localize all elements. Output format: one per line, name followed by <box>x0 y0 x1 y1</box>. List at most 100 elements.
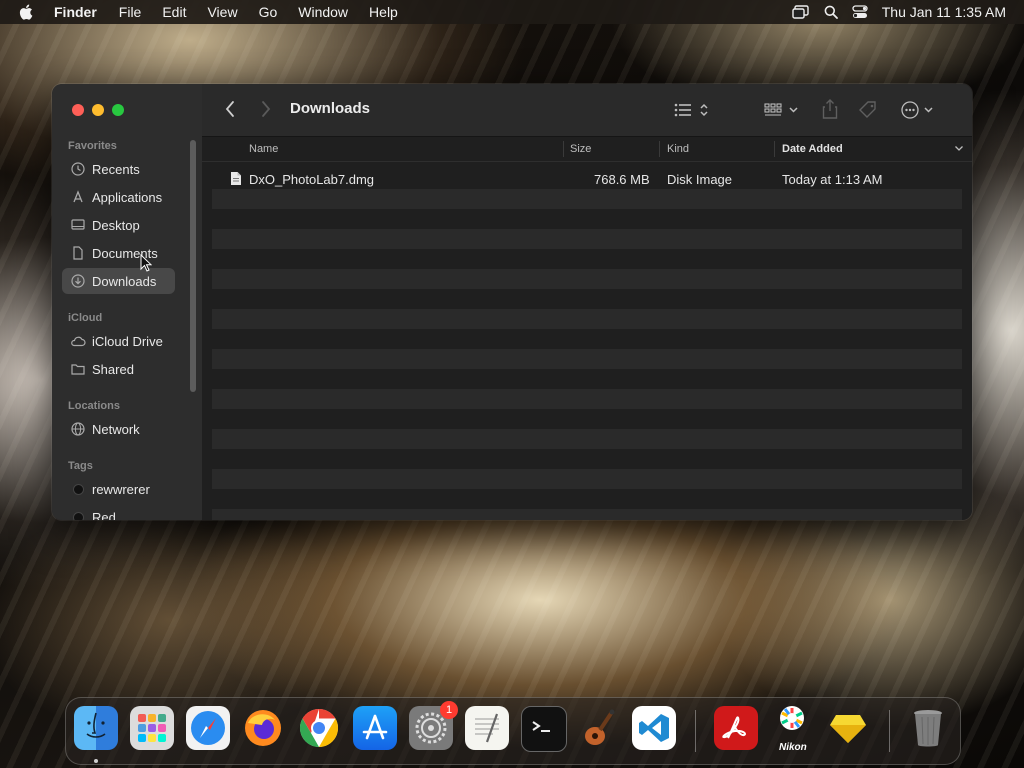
dock-textedit-icon[interactable] <box>465 706 509 750</box>
dock-finder-icon[interactable] <box>74 706 118 750</box>
dock-chrome-icon[interactable] <box>297 706 341 750</box>
column-kind-header[interactable]: Kind <box>667 143 689 155</box>
column-date-added-header[interactable]: Date Added <box>782 143 843 155</box>
menu-go[interactable]: Go <box>259 4 278 20</box>
dock-divider <box>889 710 890 752</box>
cloud-icon <box>70 333 86 349</box>
sidebar-item-documents[interactable]: Documents <box>62 240 175 266</box>
dock-adobe-acrobat-icon[interactable] <box>714 706 758 750</box>
empty-row <box>212 469 962 489</box>
empty-row <box>212 229 962 249</box>
sidebar: Favorites Recents Applications Desktop D… <box>52 84 203 520</box>
menu-view[interactable]: View <box>207 4 237 20</box>
dock-vscode-icon[interactable] <box>632 706 676 750</box>
forward-button[interactable] <box>260 100 272 118</box>
dock-system-settings-icon[interactable]: 1 <box>409 701 458 750</box>
more-actions-button[interactable] <box>900 100 936 120</box>
dock-firefox-icon[interactable] <box>241 706 285 750</box>
clock-icon <box>70 161 86 177</box>
running-indicator <box>94 759 98 763</box>
column-divider[interactable] <box>563 141 564 157</box>
empty-row <box>212 349 962 369</box>
sidebar-tag-rewwrerer[interactable]: rewwrerer <box>62 476 175 502</box>
column-divider[interactable] <box>659 141 660 157</box>
sidebar-item-network[interactable]: Network <box>62 416 175 442</box>
file-size: 768.6 MB <box>594 172 650 187</box>
control-center-icon[interactable] <box>852 5 868 19</box>
file-date-added: Today at 1:13 AM <box>782 172 883 187</box>
empty-row <box>212 389 962 409</box>
notification-badge: 1 <box>440 701 458 719</box>
dock-app-store-icon[interactable] <box>353 706 397 750</box>
menu-clock[interactable]: Thu Jan 11 1:35 AM <box>882 4 1006 20</box>
dock-terminal-icon[interactable] <box>521 706 567 752</box>
back-button[interactable] <box>224 100 236 118</box>
window-title: Downloads <box>290 100 371 117</box>
finder-window: Favorites Recents Applications Desktop D… <box>52 84 972 520</box>
sidebar-item-label: rewwrerer <box>92 481 150 497</box>
desktop-icon <box>70 217 86 233</box>
column-header: Name Size Kind Date Added <box>202 137 972 162</box>
empty-row <box>212 269 962 289</box>
dock-safari-icon[interactable] <box>186 706 230 750</box>
file-kind: Disk Image <box>667 172 733 187</box>
empty-row <box>212 509 962 520</box>
close-button[interactable] <box>72 104 84 116</box>
file-name: DxO_PhotoLab7.dmg <box>249 172 375 187</box>
dock-trash-icon[interactable] <box>906 706 950 750</box>
menu-window[interactable]: Window <box>298 4 348 20</box>
minimize-button[interactable] <box>92 104 104 116</box>
menu-edit[interactable]: Edit <box>162 4 186 20</box>
column-name-header[interactable]: Name <box>249 143 278 155</box>
empty-row <box>212 309 962 329</box>
applications-icon <box>70 189 86 205</box>
sidebar-item-label: Shared <box>92 361 134 377</box>
sidebar-item-icloud-drive[interactable]: iCloud Drive <box>62 328 175 354</box>
list-view-icon <box>674 103 691 117</box>
empty-row <box>212 429 962 449</box>
share-icon[interactable] <box>822 99 838 119</box>
dock-launchpad-icon[interactable] <box>130 706 174 750</box>
dock-nikon-icon[interactable]: Nikon <box>770 706 814 753</box>
network-globe-icon <box>70 421 86 437</box>
dock-garageband-icon[interactable] <box>576 706 620 750</box>
sort-descending-icon[interactable] <box>954 142 964 157</box>
sidebar-item-label: iCloud Drive <box>92 333 163 349</box>
dock: 1 Nikon <box>65 697 961 765</box>
zoom-button[interactable] <box>112 104 124 116</box>
sidebar-item-downloads[interactable]: Downloads <box>62 268 175 294</box>
tags-header: Tags <box>68 460 93 472</box>
sidebar-item-recents[interactable]: Recents <box>62 156 175 182</box>
download-icon <box>70 273 86 289</box>
apple-menu-icon[interactable] <box>18 3 36 21</box>
view-mode-list-button[interactable] <box>674 101 712 119</box>
window-controls <box>72 104 132 116</box>
menu-help[interactable]: Help <box>369 4 398 20</box>
dock-divider <box>695 710 696 752</box>
sidebar-item-applications[interactable]: Applications <box>62 184 175 210</box>
menu-bar: Finder File Edit View Go Window Help Thu… <box>0 0 1024 24</box>
sidebar-tag-red[interactable]: Red <box>62 504 175 520</box>
sidebar-item-label: Red <box>92 509 116 521</box>
empty-row <box>212 189 962 209</box>
dock-sketch-icon[interactable] <box>826 706 870 750</box>
toolbar: Downloads <box>202 84 972 137</box>
document-icon <box>70 245 86 261</box>
tag-icon[interactable] <box>858 100 878 120</box>
nikon-label: Nikon <box>779 742 807 753</box>
screen-mirroring-icon[interactable] <box>792 5 810 19</box>
column-size-header[interactable]: Size <box>570 143 591 155</box>
menu-app-name[interactable]: Finder <box>54 4 97 20</box>
sidebar-item-desktop[interactable]: Desktop <box>62 212 175 238</box>
sidebar-scrollbar[interactable] <box>190 140 196 392</box>
sidebar-item-shared[interactable]: Shared <box>62 356 175 382</box>
tag-color-dot-icon <box>70 509 86 520</box>
menu-file[interactable]: File <box>119 4 142 20</box>
spotlight-search-icon[interactable] <box>824 5 838 19</box>
sidebar-item-label: Network <box>92 421 140 437</box>
sidebar-item-label: Desktop <box>92 217 140 233</box>
table-row[interactable]: DxO_PhotoLab7.dmg 768.6 MB Disk Image To… <box>212 169 962 189</box>
file-list: Name Size Kind Date Added DxO_PhotoLab7.… <box>202 137 972 520</box>
column-divider[interactable] <box>774 141 775 157</box>
group-by-button[interactable] <box>764 101 800 119</box>
